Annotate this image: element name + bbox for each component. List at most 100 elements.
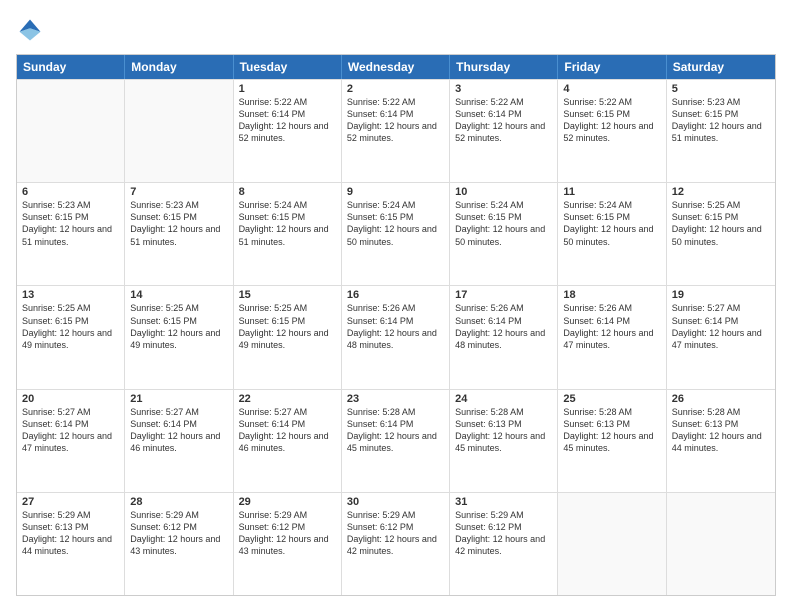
calendar-cell	[667, 493, 775, 595]
cell-info: Sunrise: 5:28 AMSunset: 6:14 PMDaylight:…	[347, 406, 444, 455]
calendar-header-cell: Thursday	[450, 55, 558, 79]
day-number: 13	[22, 289, 119, 301]
cell-info: Sunrise: 5:24 AMSunset: 6:15 PMDaylight:…	[239, 199, 336, 248]
cell-info: Sunrise: 5:27 AMSunset: 6:14 PMDaylight:…	[22, 406, 119, 455]
day-number: 15	[239, 289, 336, 301]
calendar-cell: 12 Sunrise: 5:25 AMSunset: 6:15 PMDaylig…	[667, 183, 775, 285]
cell-info: Sunrise: 5:27 AMSunset: 6:14 PMDaylight:…	[130, 406, 227, 455]
calendar-body: 1 Sunrise: 5:22 AMSunset: 6:14 PMDayligh…	[17, 79, 775, 595]
day-number: 27	[22, 496, 119, 508]
logo	[16, 16, 48, 44]
calendar-cell: 29 Sunrise: 5:29 AMSunset: 6:12 PMDaylig…	[234, 493, 342, 595]
page: SundayMondayTuesdayWednesdayThursdayFrid…	[0, 0, 792, 612]
logo-icon	[16, 16, 44, 44]
day-number: 2	[347, 83, 444, 95]
cell-info: Sunrise: 5:27 AMSunset: 6:14 PMDaylight:…	[239, 406, 336, 455]
day-number: 14	[130, 289, 227, 301]
day-number: 28	[130, 496, 227, 508]
calendar-cell: 26 Sunrise: 5:28 AMSunset: 6:13 PMDaylig…	[667, 390, 775, 492]
calendar-cell: 2 Sunrise: 5:22 AMSunset: 6:14 PMDayligh…	[342, 80, 450, 182]
calendar-cell: 14 Sunrise: 5:25 AMSunset: 6:15 PMDaylig…	[125, 286, 233, 388]
calendar-cell: 8 Sunrise: 5:24 AMSunset: 6:15 PMDayligh…	[234, 183, 342, 285]
day-number: 23	[347, 393, 444, 405]
calendar-cell: 24 Sunrise: 5:28 AMSunset: 6:13 PMDaylig…	[450, 390, 558, 492]
day-number: 10	[455, 186, 552, 198]
calendar-cell: 1 Sunrise: 5:22 AMSunset: 6:14 PMDayligh…	[234, 80, 342, 182]
cell-info: Sunrise: 5:28 AMSunset: 6:13 PMDaylight:…	[563, 406, 660, 455]
calendar-cell: 19 Sunrise: 5:27 AMSunset: 6:14 PMDaylig…	[667, 286, 775, 388]
day-number: 21	[130, 393, 227, 405]
calendar-cell: 31 Sunrise: 5:29 AMSunset: 6:12 PMDaylig…	[450, 493, 558, 595]
cell-info: Sunrise: 5:28 AMSunset: 6:13 PMDaylight:…	[455, 406, 552, 455]
calendar-header-cell: Saturday	[667, 55, 775, 79]
day-number: 16	[347, 289, 444, 301]
calendar: SundayMondayTuesdayWednesdayThursdayFrid…	[16, 54, 776, 596]
calendar-row: 13 Sunrise: 5:25 AMSunset: 6:15 PMDaylig…	[17, 285, 775, 388]
cell-info: Sunrise: 5:29 AMSunset: 6:12 PMDaylight:…	[130, 509, 227, 558]
calendar-cell: 5 Sunrise: 5:23 AMSunset: 6:15 PMDayligh…	[667, 80, 775, 182]
cell-info: Sunrise: 5:28 AMSunset: 6:13 PMDaylight:…	[672, 406, 770, 455]
day-number: 20	[22, 393, 119, 405]
calendar-cell: 17 Sunrise: 5:26 AMSunset: 6:14 PMDaylig…	[450, 286, 558, 388]
calendar-cell: 4 Sunrise: 5:22 AMSunset: 6:15 PMDayligh…	[558, 80, 666, 182]
calendar-header-cell: Monday	[125, 55, 233, 79]
calendar-cell: 30 Sunrise: 5:29 AMSunset: 6:12 PMDaylig…	[342, 493, 450, 595]
day-number: 5	[672, 83, 770, 95]
cell-info: Sunrise: 5:23 AMSunset: 6:15 PMDaylight:…	[130, 199, 227, 248]
calendar-cell: 6 Sunrise: 5:23 AMSunset: 6:15 PMDayligh…	[17, 183, 125, 285]
cell-info: Sunrise: 5:22 AMSunset: 6:14 PMDaylight:…	[239, 96, 336, 145]
cell-info: Sunrise: 5:25 AMSunset: 6:15 PMDaylight:…	[672, 199, 770, 248]
calendar-cell: 9 Sunrise: 5:24 AMSunset: 6:15 PMDayligh…	[342, 183, 450, 285]
calendar-row: 27 Sunrise: 5:29 AMSunset: 6:13 PMDaylig…	[17, 492, 775, 595]
calendar-cell: 13 Sunrise: 5:25 AMSunset: 6:15 PMDaylig…	[17, 286, 125, 388]
calendar-cell: 23 Sunrise: 5:28 AMSunset: 6:14 PMDaylig…	[342, 390, 450, 492]
day-number: 19	[672, 289, 770, 301]
day-number: 7	[130, 186, 227, 198]
day-number: 30	[347, 496, 444, 508]
calendar-cell: 27 Sunrise: 5:29 AMSunset: 6:13 PMDaylig…	[17, 493, 125, 595]
cell-info: Sunrise: 5:26 AMSunset: 6:14 PMDaylight:…	[455, 302, 552, 351]
day-number: 6	[22, 186, 119, 198]
calendar-row: 6 Sunrise: 5:23 AMSunset: 6:15 PMDayligh…	[17, 182, 775, 285]
calendar-header-cell: Tuesday	[234, 55, 342, 79]
day-number: 29	[239, 496, 336, 508]
cell-info: Sunrise: 5:25 AMSunset: 6:15 PMDaylight:…	[130, 302, 227, 351]
cell-info: Sunrise: 5:29 AMSunset: 6:13 PMDaylight:…	[22, 509, 119, 558]
cell-info: Sunrise: 5:22 AMSunset: 6:14 PMDaylight:…	[455, 96, 552, 145]
calendar-cell	[17, 80, 125, 182]
day-number: 11	[563, 186, 660, 198]
cell-info: Sunrise: 5:26 AMSunset: 6:14 PMDaylight:…	[347, 302, 444, 351]
day-number: 18	[563, 289, 660, 301]
calendar-cell: 25 Sunrise: 5:28 AMSunset: 6:13 PMDaylig…	[558, 390, 666, 492]
day-number: 22	[239, 393, 336, 405]
day-number: 12	[672, 186, 770, 198]
cell-info: Sunrise: 5:27 AMSunset: 6:14 PMDaylight:…	[672, 302, 770, 351]
header	[16, 16, 776, 44]
calendar-header: SundayMondayTuesdayWednesdayThursdayFrid…	[17, 55, 775, 79]
calendar-cell: 7 Sunrise: 5:23 AMSunset: 6:15 PMDayligh…	[125, 183, 233, 285]
day-number: 3	[455, 83, 552, 95]
cell-info: Sunrise: 5:29 AMSunset: 6:12 PMDaylight:…	[347, 509, 444, 558]
calendar-row: 20 Sunrise: 5:27 AMSunset: 6:14 PMDaylig…	[17, 389, 775, 492]
cell-info: Sunrise: 5:23 AMSunset: 6:15 PMDaylight:…	[22, 199, 119, 248]
cell-info: Sunrise: 5:22 AMSunset: 6:14 PMDaylight:…	[347, 96, 444, 145]
calendar-cell: 28 Sunrise: 5:29 AMSunset: 6:12 PMDaylig…	[125, 493, 233, 595]
calendar-cell: 22 Sunrise: 5:27 AMSunset: 6:14 PMDaylig…	[234, 390, 342, 492]
calendar-cell: 20 Sunrise: 5:27 AMSunset: 6:14 PMDaylig…	[17, 390, 125, 492]
cell-info: Sunrise: 5:24 AMSunset: 6:15 PMDaylight:…	[455, 199, 552, 248]
calendar-header-cell: Sunday	[17, 55, 125, 79]
day-number: 24	[455, 393, 552, 405]
day-number: 17	[455, 289, 552, 301]
cell-info: Sunrise: 5:29 AMSunset: 6:12 PMDaylight:…	[455, 509, 552, 558]
calendar-cell: 21 Sunrise: 5:27 AMSunset: 6:14 PMDaylig…	[125, 390, 233, 492]
cell-info: Sunrise: 5:23 AMSunset: 6:15 PMDaylight:…	[672, 96, 770, 145]
day-number: 1	[239, 83, 336, 95]
day-number: 4	[563, 83, 660, 95]
calendar-cell: 10 Sunrise: 5:24 AMSunset: 6:15 PMDaylig…	[450, 183, 558, 285]
cell-info: Sunrise: 5:25 AMSunset: 6:15 PMDaylight:…	[22, 302, 119, 351]
cell-info: Sunrise: 5:24 AMSunset: 6:15 PMDaylight:…	[563, 199, 660, 248]
cell-info: Sunrise: 5:24 AMSunset: 6:15 PMDaylight:…	[347, 199, 444, 248]
calendar-header-cell: Wednesday	[342, 55, 450, 79]
day-number: 8	[239, 186, 336, 198]
calendar-cell: 16 Sunrise: 5:26 AMSunset: 6:14 PMDaylig…	[342, 286, 450, 388]
